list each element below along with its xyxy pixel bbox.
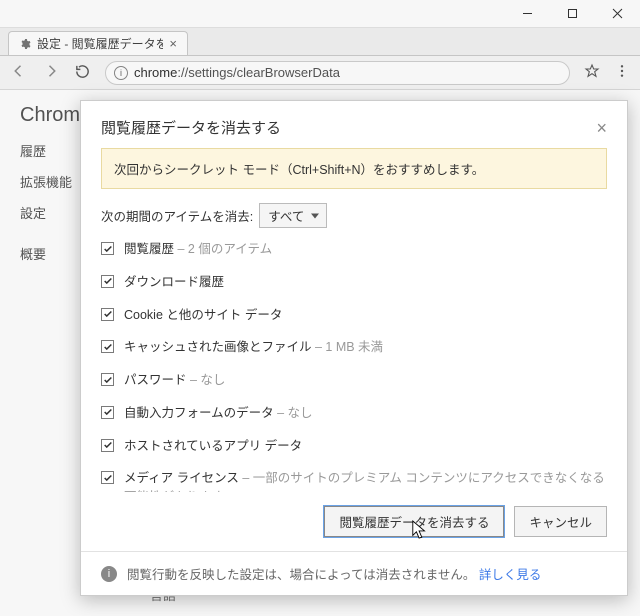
learn-more-link[interactable]: 詳しく見る [479, 568, 542, 582]
checkbox-icon[interactable] [101, 242, 114, 255]
dialog-footer: i 閲覧行動を反映した設定は、場合によっては消去されません。 詳しく見る [81, 551, 627, 595]
clear-browsing-data-dialog: 閲覧履歴データを消去する × 次回からシークレット モード（Ctrl+Shift… [80, 100, 628, 596]
info-icon: i [101, 566, 117, 582]
clear-options-list: 閲覧履歴 – 2 個のアイテム ダウンロード履歴 Cookie と他のサイト デ… [101, 240, 607, 492]
checkbox-icon[interactable] [101, 373, 114, 386]
option-cookies[interactable]: Cookie と他のサイト データ [101, 306, 607, 325]
period-label: 次の期間のアイテムを消去: [101, 206, 253, 225]
option-media-licenses[interactable]: メディア ライセンス – 一部のサイトのプレミアム コンテンツにアクセスできなく… [101, 469, 607, 492]
incognito-suggestion-banner: 次回からシークレット モード（Ctrl+Shift+N）をおすすめします。 [101, 148, 607, 189]
dialog-close-button[interactable]: × [596, 119, 607, 137]
period-select[interactable]: すべて [259, 203, 327, 228]
option-hosted-app-data[interactable]: ホストされているアプリ データ [101, 437, 607, 456]
option-cached-images[interactable]: キャッシュされた画像とファイル – 1 MB 未満 [101, 338, 607, 357]
dialog-title: 閲覧履歴データを消去する [101, 117, 596, 138]
option-passwords[interactable]: パスワード – なし [101, 371, 607, 390]
checkbox-icon[interactable] [101, 340, 114, 353]
footer-text: 閲覧行動を反映した設定は、場合によっては消去されません。 詳しく見る [127, 564, 541, 583]
checkbox-icon[interactable] [101, 275, 114, 288]
checkbox-icon[interactable] [101, 439, 114, 452]
clear-data-button[interactable]: 閲覧履歴データを消去する [324, 506, 504, 537]
checkbox-icon[interactable] [101, 406, 114, 419]
option-autofill[interactable]: 自動入力フォームのデータ – なし [101, 404, 607, 423]
checkbox-icon[interactable] [101, 308, 114, 321]
option-browsing-history[interactable]: 閲覧履歴 – 2 個のアイテム [101, 240, 607, 259]
option-download-history[interactable]: ダウンロード履歴 [101, 273, 607, 292]
checkbox-icon[interactable] [101, 471, 114, 484]
cancel-button[interactable]: キャンセル [514, 506, 607, 537]
